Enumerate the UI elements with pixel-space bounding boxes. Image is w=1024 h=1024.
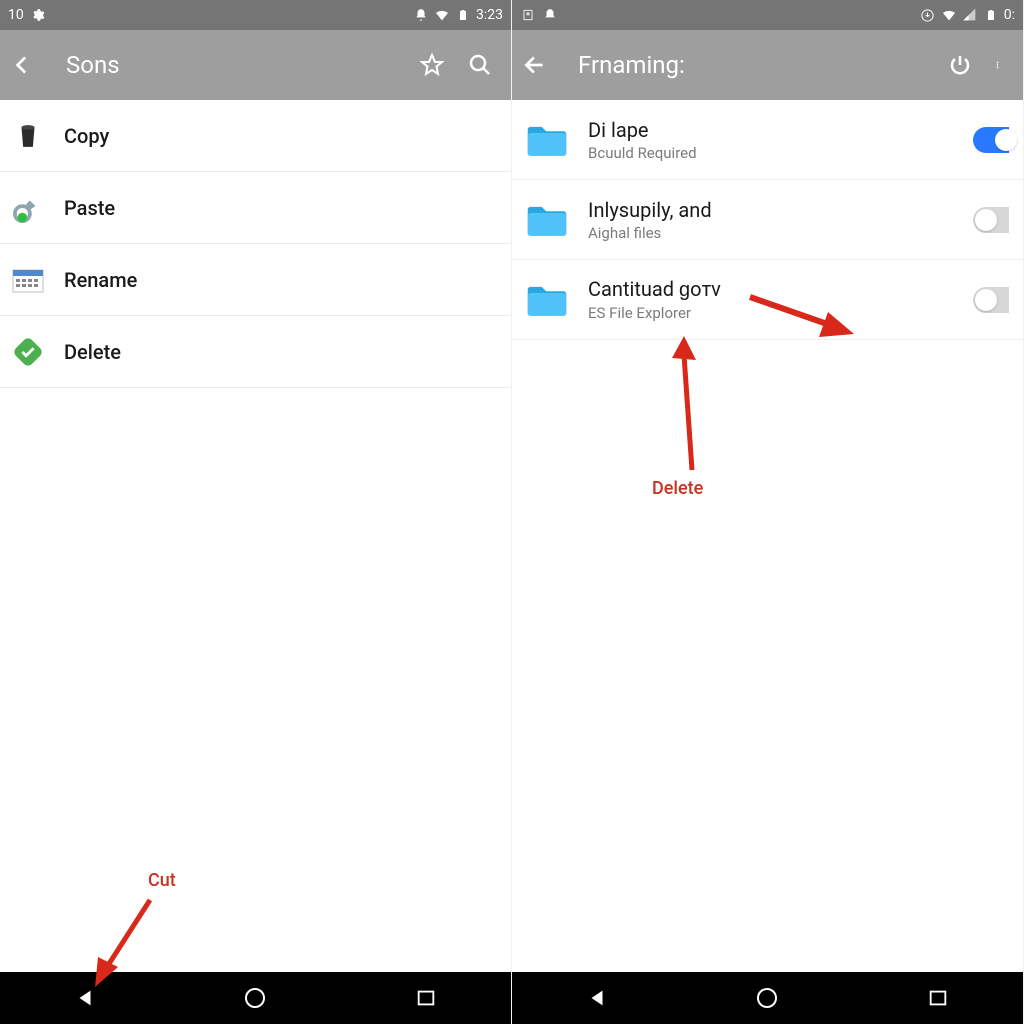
nav-recents-button[interactable] — [925, 985, 951, 1011]
status-time: 0: — [1004, 7, 1015, 23]
folder-icon — [526, 121, 568, 159]
gear-icon — [30, 7, 46, 23]
trash-icon — [12, 120, 44, 152]
nav-recents-button[interactable] — [413, 985, 439, 1011]
upload-icon — [520, 7, 536, 23]
download-circle-icon — [920, 7, 936, 23]
nav-back-button[interactable] — [584, 985, 610, 1011]
star-button[interactable] — [419, 52, 445, 78]
file-title: Inlysupily, and — [588, 198, 953, 222]
status-time: 3:23 — [476, 7, 503, 23]
menu-item-delete[interactable]: Delete — [0, 316, 511, 388]
more-button[interactable] — [995, 52, 1005, 78]
menu-item-rename[interactable]: Rename — [0, 244, 511, 316]
appbar-left: Sons — [0, 30, 511, 100]
content-left: Copy Paste Rename Delete — [0, 100, 511, 972]
screen-left: 10 3:23 Sons — [0, 0, 512, 1024]
file-subtitle: Aighal files — [588, 224, 953, 242]
cell-icon — [962, 7, 978, 23]
toggle-switch[interactable] — [973, 287, 1009, 313]
menu-label: Paste — [64, 196, 115, 220]
navbar-right — [512, 972, 1023, 1024]
appbar-title: Sons — [66, 51, 399, 79]
screen-right: 0: Frnaming: Di lape Bcuuld Required — [512, 0, 1024, 1024]
file-item[interactable]: Cantituad ɡoтv ES File Explorer — [512, 260, 1023, 340]
back-button[interactable] — [522, 52, 548, 78]
bell-icon — [413, 7, 429, 23]
menu-item-copy[interactable]: Copy — [0, 100, 511, 172]
file-item[interactable]: Di lape Bcuuld Required — [512, 100, 1023, 180]
nav-home-button[interactable] — [754, 985, 780, 1011]
appbar-title: Frnaming: — [578, 51, 927, 79]
back-button[interactable] — [10, 52, 36, 78]
bell-icon — [542, 7, 558, 23]
battery-icon — [455, 7, 471, 23]
wifi-icon — [434, 7, 450, 23]
calendar-icon — [12, 264, 44, 296]
menu-label: Copy — [64, 124, 109, 148]
menu-label: Delete — [64, 340, 121, 364]
wifi-icon — [941, 7, 957, 23]
toggle-switch[interactable] — [973, 127, 1009, 153]
file-item[interactable]: Inlysupily, and Aighal files — [512, 180, 1023, 260]
file-title: Cantituad ɡoтv — [588, 277, 953, 302]
snowflake-icon — [392, 7, 408, 23]
statusbar-right: 0: — [512, 0, 1023, 30]
folder-icon — [526, 281, 568, 319]
search-button[interactable] — [467, 52, 493, 78]
nav-back-button[interactable] — [72, 985, 98, 1011]
status-text: 10 — [8, 7, 24, 23]
file-title: Di lape — [588, 118, 953, 142]
file-subtitle: ES File Explorer — [588, 304, 953, 322]
navbar-left — [0, 972, 511, 1024]
file-subtitle: Bcuuld Required — [588, 144, 953, 162]
toggle-switch[interactable] — [973, 207, 1009, 233]
battery-icon — [983, 7, 999, 23]
appbar-right: Frnaming: — [512, 30, 1023, 100]
power-button[interactable] — [947, 52, 973, 78]
folder-icon — [526, 201, 568, 239]
statusbar-left: 10 3:23 — [0, 0, 511, 30]
nav-home-button[interactable] — [242, 985, 268, 1011]
menu-label: Rename — [64, 268, 137, 292]
delete-icon — [12, 336, 44, 368]
content-right: Di lape Bcuuld Required Inlysupily, and … — [512, 100, 1023, 972]
menu-item-paste[interactable]: Paste — [0, 172, 511, 244]
link-icon — [12, 192, 44, 224]
